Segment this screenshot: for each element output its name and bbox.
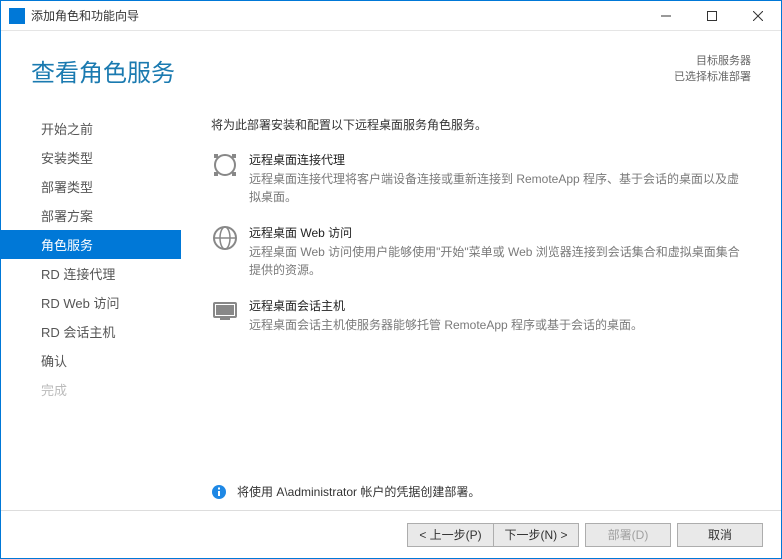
maximize-icon — [707, 11, 717, 21]
close-button[interactable] — [735, 1, 781, 31]
previous-button[interactable]: < 上一步(P) — [407, 523, 493, 547]
sidebar-item-deploy-scenario[interactable]: 部署方案 — [1, 201, 181, 230]
role-texts: 远程桌面连接代理 远程桌面连接代理将客户端设备连接或重新连接到 RemoteAp… — [249, 151, 751, 206]
role-texts: 远程桌面 Web 访问 远程桌面 Web 访问使用户能够使用"开始"菜单或 We… — [249, 224, 751, 279]
header-right: 目标服务器 已选择标准部署 — [674, 53, 751, 85]
sidebar-item-confirm[interactable]: 确认 — [1, 346, 181, 375]
cancel-button[interactable]: 取消 — [677, 523, 763, 547]
content: 将为此部署安装和配置以下远程桌面服务角色服务。 远程桌面连接代理 远程桌面连接代… — [181, 108, 761, 510]
body: 开始之前 安装类型 部署类型 部署方案 角色服务 RD 连接代理 RD Web … — [1, 98, 781, 510]
sidebar-item-rd-session-host[interactable]: RD 会话主机 — [1, 317, 181, 346]
sidebar-item-rd-web-access[interactable]: RD Web 访问 — [1, 288, 181, 317]
wizard-window: 添加角色和功能向导 查看角色服务 目标服务器 已选择标准部署 开始之前 安装类型… — [0, 0, 782, 559]
role-title: 远程桌面 Web 访问 — [249, 224, 751, 241]
target-server-label: 目标服务器 — [674, 53, 751, 69]
role-desc: 远程桌面连接代理将客户端设备连接或重新连接到 RemoteApp 程序、基于会话… — [249, 170, 751, 206]
sidebar-item-deploy-type[interactable]: 部署类型 — [1, 172, 181, 201]
close-icon — [753, 11, 763, 21]
footer: < 上一步(P) 下一步(N) > 部署(D) 取消 — [1, 510, 781, 558]
role-item: 远程桌面 Web 访问 远程桌面 Web 访问使用户能够使用"开始"菜单或 We… — [211, 224, 751, 279]
rd-web-access-icon — [211, 224, 239, 252]
page-title: 查看角色服务 — [31, 53, 674, 88]
info-text: 将使用 A\administrator 帐户的凭据创建部署。 — [237, 483, 480, 500]
sidebar-item-role-services[interactable]: 角色服务 — [1, 230, 181, 259]
rd-session-host-icon — [211, 297, 239, 325]
maximize-button[interactable] — [689, 1, 735, 31]
app-icon — [9, 8, 25, 24]
next-button[interactable]: 下一步(N) > — [493, 523, 579, 547]
titlebar: 添加角色和功能向导 — [1, 1, 781, 31]
info-row: 将使用 A\administrator 帐户的凭据创建部署。 — [211, 483, 751, 500]
header: 查看角色服务 目标服务器 已选择标准部署 — [1, 31, 781, 98]
minimize-icon — [661, 11, 671, 21]
window-title: 添加角色和功能向导 — [31, 7, 643, 24]
role-title: 远程桌面连接代理 — [249, 151, 751, 168]
deployment-selected-label: 已选择标准部署 — [674, 69, 751, 85]
deploy-button: 部署(D) — [585, 523, 671, 547]
role-item: 远程桌面连接代理 远程桌面连接代理将客户端设备连接或重新连接到 RemoteAp… — [211, 151, 751, 206]
sidebar-item-complete: 完成 — [1, 375, 181, 404]
role-desc: 远程桌面 Web 访问使用户能够使用"开始"菜单或 Web 浏览器连接到会话集合… — [249, 243, 751, 279]
role-desc: 远程桌面会话主机使服务器能够托管 RemoteApp 程序或基于会话的桌面。 — [249, 316, 751, 334]
minimize-button[interactable] — [643, 1, 689, 31]
sidebar-item-before-begin[interactable]: 开始之前 — [1, 114, 181, 143]
window-controls — [643, 1, 781, 31]
role-texts: 远程桌面会话主机 远程桌面会话主机使服务器能够托管 RemoteApp 程序或基… — [249, 297, 751, 334]
sidebar-item-rd-connection-broker[interactable]: RD 连接代理 — [1, 259, 181, 288]
role-title: 远程桌面会话主机 — [249, 297, 751, 314]
role-item: 远程桌面会话主机 远程桌面会话主机使服务器能够托管 RemoteApp 程序或基… — [211, 297, 751, 334]
sidebar-item-install-type[interactable]: 安装类型 — [1, 143, 181, 172]
nav-button-group: < 上一步(P) 下一步(N) > — [407, 523, 579, 547]
info-icon — [211, 484, 227, 500]
rd-connection-broker-icon — [211, 151, 239, 179]
content-intro: 将为此部署安装和配置以下远程桌面服务角色服务。 — [211, 116, 751, 133]
sidebar: 开始之前 安装类型 部署类型 部署方案 角色服务 RD 连接代理 RD Web … — [1, 108, 181, 510]
